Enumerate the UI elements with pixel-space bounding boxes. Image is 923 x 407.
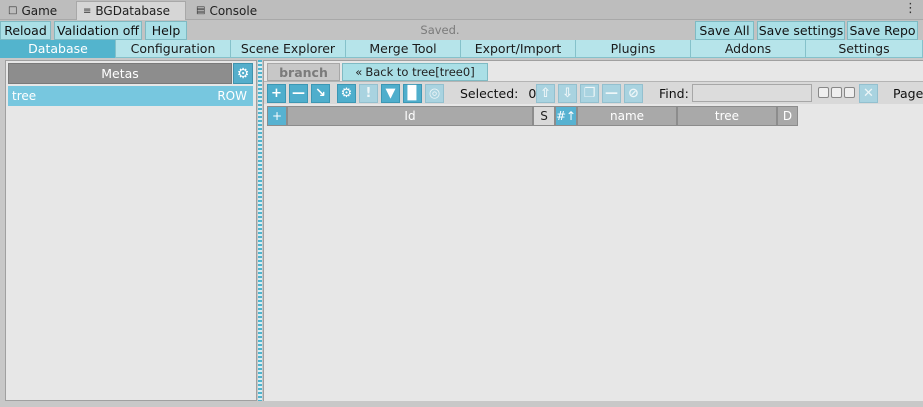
copy-icon[interactable]: ❐ <box>580 84 599 103</box>
gamepad-icon: □ <box>8 5 18 16</box>
add-entity-icon[interactable]: + <box>267 84 286 103</box>
metas-panel: Metas ⚙ tree ROW <box>5 60 257 401</box>
edit-entity-icon[interactable]: ↘ <box>311 84 330 103</box>
page-label: Page <box>893 86 923 101</box>
column-header-id[interactable]: Id <box>287 106 533 126</box>
filter-icon[interactable]: ▼ <box>381 84 400 103</box>
metas-settings-gear-icon[interactable]: ⚙ <box>233 63 253 84</box>
save-repo-button[interactable]: Save Repo <box>847 21 918 40</box>
tab-scene-explorer[interactable]: Scene Explorer <box>230 40 346 58</box>
find-option-checkbox-3[interactable] <box>844 87 855 98</box>
meta-list-item[interactable]: tree ROW <box>8 86 253 106</box>
column-header-s[interactable]: S <box>533 106 555 126</box>
tab-console[interactable]: ▤ Console <box>190 1 270 20</box>
double-chevron-left-icon: « <box>355 65 363 79</box>
target-icon[interactable]: ◎ <box>425 84 444 103</box>
save-all-button[interactable]: Save All <box>695 21 754 40</box>
tab-export-import[interactable]: Export/Import <box>460 40 576 58</box>
column-sort-button[interactable]: #↑ <box>555 106 577 126</box>
save-settings-button[interactable]: Save settings <box>757 21 845 40</box>
tab-bgdatabase[interactable]: ≡ BGDatabase <box>76 1 186 20</box>
console-icon: ▤ <box>196 5 206 16</box>
meta-name: tree <box>12 89 37 103</box>
editor-tab-strip: □ Game ≡ BGDatabase ▤ Console ⋮ <box>0 0 923 20</box>
tab-console-label: Console <box>209 3 258 18</box>
meta-type-tag: ROW <box>217 89 247 103</box>
find-option-checkbox-2[interactable] <box>831 87 842 98</box>
top-button-row: Reload Validation off Help Saved. Save A… <box>0 20 923 40</box>
validation-toggle-button[interactable]: Validation off <box>54 21 142 40</box>
list-icon: ≡ <box>83 5 92 17</box>
main-nav: Database Configuration Scene Explorer Me… <box>0 40 923 58</box>
settings-gear-icon[interactable]: ⚙ <box>337 84 356 103</box>
reload-button[interactable]: Reload <box>0 21 51 40</box>
tab-bgdatabase-label: BGDatabase <box>95 4 170 18</box>
column-header-name[interactable]: name <box>577 106 677 126</box>
column-header-tree[interactable]: tree <box>677 106 777 126</box>
warning-icon[interactable]: ! <box>359 84 378 103</box>
selected-label: Selected: <box>460 86 519 101</box>
find-input[interactable] <box>692 84 812 102</box>
tab-game[interactable]: □ Game <box>2 1 70 20</box>
back-to-parent-button[interactable]: « Back to tree[tree0] <box>342 63 488 81</box>
selected-count: Selected: 0 <box>460 86 536 101</box>
tab-game-label: Game <box>21 3 58 18</box>
move-down-icon[interactable]: ⇩ <box>558 84 577 103</box>
tab-configuration[interactable]: Configuration <box>115 40 231 58</box>
cancel-selection-icon[interactable]: ⊘ <box>624 84 643 103</box>
entities-panel: branch « Back to tree[tree0] + — ↘ ⚙ ! ▼… <box>263 60 923 401</box>
column-header-d[interactable]: D <box>777 106 798 126</box>
tab-settings[interactable]: Settings <box>805 40 923 58</box>
paint-roller-icon[interactable]: ▉ <box>403 84 422 103</box>
branch-tab[interactable]: branch <box>267 63 340 81</box>
remove-selected-icon[interactable]: — <box>602 84 621 103</box>
entity-toolbar: + — ↘ ⚙ ! ▼ ▉ ◎ Selected: 0 ⇧ ⇩ ❐ — ⊘ Fi… <box>264 81 923 104</box>
clear-find-icon[interactable]: ✕ <box>859 84 878 103</box>
tab-merge-tool[interactable]: Merge Tool <box>345 40 461 58</box>
add-row-icon[interactable]: + <box>267 106 287 126</box>
back-button-label: Back to tree[tree0] <box>365 65 475 79</box>
panel-splitter[interactable] <box>258 60 262 401</box>
help-button[interactable]: Help <box>145 21 187 40</box>
more-options-icon[interactable]: ⋮ <box>904 2 917 16</box>
save-status: Saved. <box>420 23 460 37</box>
remove-entity-icon[interactable]: — <box>289 84 308 103</box>
tab-addons[interactable]: Addons <box>690 40 806 58</box>
move-up-icon[interactable]: ⇧ <box>536 84 555 103</box>
metas-header: Metas <box>8 63 232 84</box>
tab-database[interactable]: Database <box>0 40 116 58</box>
find-option-checkbox-1[interactable] <box>818 87 829 98</box>
find-label: Find: <box>659 86 689 101</box>
tab-plugins[interactable]: Plugins <box>575 40 691 58</box>
